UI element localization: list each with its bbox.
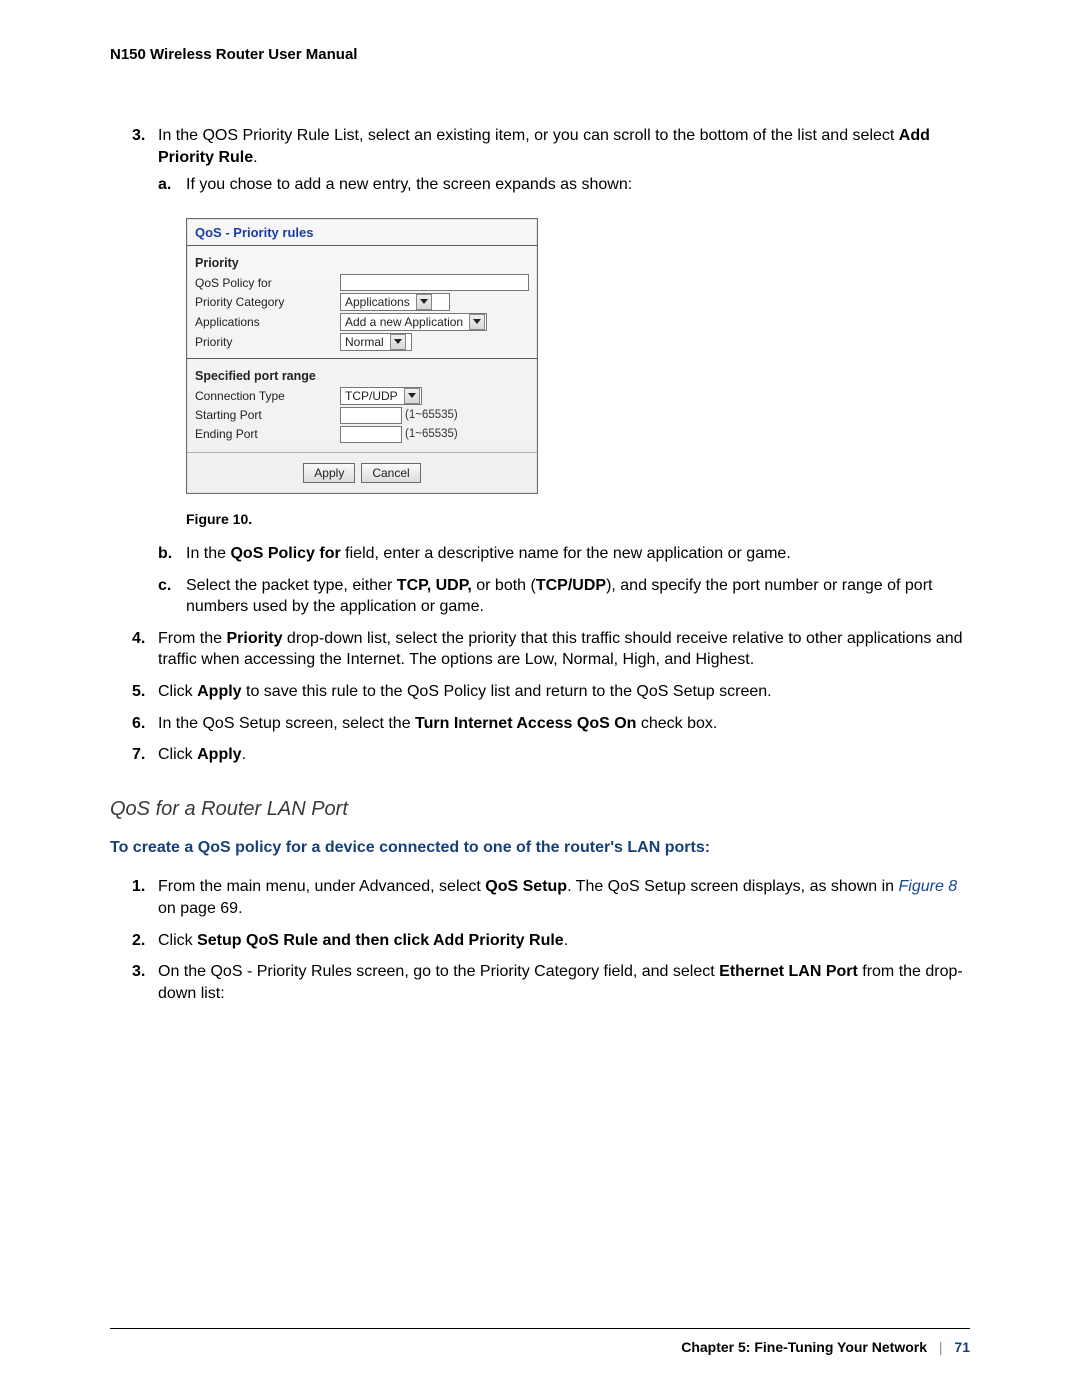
panel-title: QoS - Priority rules — [187, 219, 537, 244]
step-3-num: 3. — [132, 125, 145, 147]
label-starting-port: Starting Port — [195, 407, 340, 423]
label-priority-category: Priority Category — [195, 294, 340, 310]
panel-divider — [187, 245, 537, 246]
step-3: 3. In the QOS Priority Rule List, select… — [110, 125, 970, 618]
footer-separator: | — [931, 1339, 951, 1355]
step-3b-letter: b. — [158, 543, 172, 565]
figure-8-link[interactable]: Figure 8 — [899, 878, 958, 895]
step-7-num: 7. — [132, 744, 145, 766]
figure-10: QoS - Priority rules Priority QoS Policy… — [186, 218, 970, 529]
step-3b: b. In the QoS Policy for field, enter a … — [158, 543, 970, 565]
chevron-down-icon — [469, 314, 485, 330]
panel-section-port-range: Specified port range Connection Type TCP… — [187, 365, 537, 448]
label-applications: Applications — [195, 314, 340, 330]
label-ending-port: Ending Port — [195, 426, 340, 442]
lan-step-3-num: 3. — [132, 961, 145, 983]
label-connection-type: Connection Type — [195, 388, 340, 404]
section2-title: Specified port range — [195, 368, 316, 385]
step-3a: a. If you chose to add a new entry, the … — [158, 174, 970, 529]
apply-button[interactable]: Apply — [303, 463, 355, 483]
footer-chapter: Chapter 5: Fine-Tuning Your Network — [681, 1339, 927, 1355]
section1-title: Priority — [195, 255, 340, 272]
chevron-down-icon — [390, 334, 406, 350]
step-7: 7. Click Apply. — [110, 744, 970, 766]
lan-step-3: 3. On the QoS - Priority Rules screen, g… — [110, 961, 970, 1004]
label-qos-policy-for: QoS Policy for — [195, 275, 340, 291]
select-applications[interactable]: Add a new Application — [340, 313, 487, 331]
lan-step-2: 2. Click Setup QoS Rule and then click A… — [110, 930, 970, 952]
step-5: 5. Click Apply to save this rule to the … — [110, 681, 970, 703]
chevron-down-icon — [416, 294, 432, 310]
step-7-text: Click Apply. — [158, 746, 246, 763]
step-5-num: 5. — [132, 681, 145, 703]
figure-caption: Figure 10. — [186, 510, 970, 529]
select-priority-category[interactable]: Applications — [340, 293, 450, 311]
lan-step-2-num: 2. — [132, 930, 145, 952]
step-6-text: In the QoS Setup screen, select the Turn… — [158, 715, 717, 732]
step-6: 6. In the QoS Setup screen, select the T… — [110, 713, 970, 735]
step-4-num: 4. — [132, 628, 145, 650]
step-3c-letter: c. — [158, 575, 171, 597]
input-starting-port[interactable] — [340, 407, 402, 424]
step-5-text: Click Apply to save this rule to the QoS… — [158, 683, 772, 700]
footer-page-number: 71 — [954, 1339, 970, 1355]
hint-ending-port: (1~65535) — [405, 427, 458, 443]
input-ending-port[interactable] — [340, 426, 402, 443]
panel-button-row: Apply Cancel — [187, 452, 537, 493]
hint-starting-port: (1~65535) — [405, 408, 458, 424]
lan-step-1-text: From the main menu, under Advanced, sele… — [158, 878, 957, 917]
step-3c-text: Select the packet type, either TCP, UDP,… — [186, 577, 932, 616]
select-priority[interactable]: Normal — [340, 333, 412, 351]
step-4-text: From the Priority drop-down list, select… — [158, 630, 963, 669]
chevron-down-icon — [404, 388, 420, 404]
panel-section-priority: Priority QoS Policy for Priority Categor… — [187, 252, 537, 356]
panel-divider-2 — [187, 358, 537, 359]
label-priority: Priority — [195, 334, 340, 350]
lan-step-2-text: Click Setup QoS Rule and then click Add … — [158, 932, 568, 949]
step-6-num: 6. — [132, 713, 145, 735]
step-4: 4. From the Priority drop-down list, sel… — [110, 628, 970, 671]
step-3c: c. Select the packet type, either TCP, U… — [158, 575, 970, 618]
manual-title: N150 Wireless Router User Manual — [110, 46, 970, 63]
lan-step-1-num: 1. — [132, 876, 145, 898]
cancel-button[interactable]: Cancel — [361, 463, 420, 483]
step-3b-text: In the QoS Policy for field, enter a des… — [186, 545, 791, 562]
qos-priority-rules-panel: QoS - Priority rules Priority QoS Policy… — [186, 218, 538, 494]
select-connection-type[interactable]: TCP/UDP — [340, 387, 422, 405]
step-3a-letter: a. — [158, 174, 171, 196]
main-content: 3. In the QOS Priority Rule List, select… — [110, 125, 970, 1004]
page-footer: Chapter 5: Fine-Tuning Your Network | 71 — [110, 1328, 970, 1355]
section-heading-lan: QoS for a Router LAN Port — [110, 796, 970, 823]
subheading-lan: To create a QoS policy for a device conn… — [110, 837, 970, 859]
step-3a-text: If you chose to add a new entry, the scr… — [186, 176, 632, 193]
input-qos-policy-for[interactable] — [340, 274, 529, 291]
lan-step-1: 1. From the main menu, under Advanced, s… — [110, 876, 970, 919]
lan-step-3-text: On the QoS - Priority Rules screen, go t… — [158, 963, 963, 1002]
step-3-text: In the QOS Priority Rule List, select an… — [158, 127, 930, 166]
